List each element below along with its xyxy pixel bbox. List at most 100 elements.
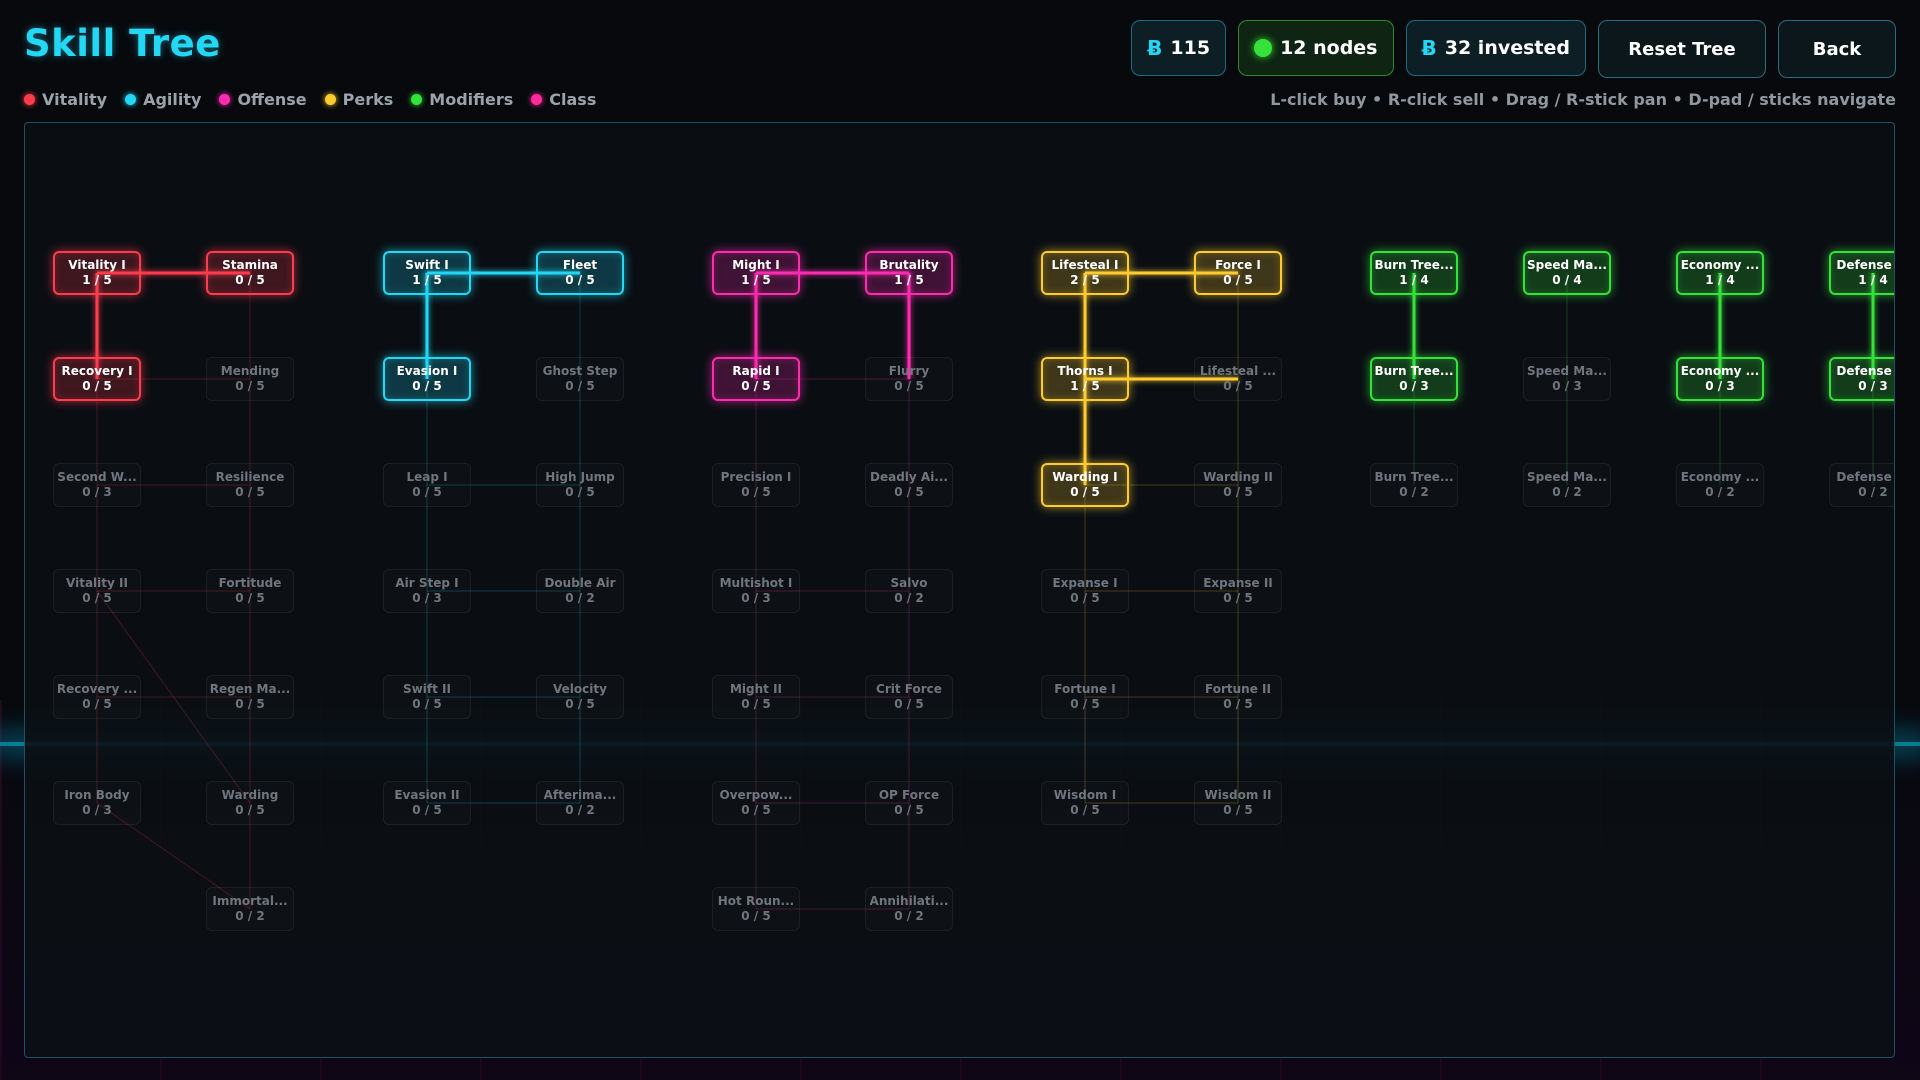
skill-node-level: 0 / 5 [412, 697, 442, 711]
skill-node-offense[interactable]: Rapid I0 / 5 [712, 357, 800, 401]
skill-node-offense[interactable]: Multishot I0 / 3 [712, 569, 800, 613]
skill-node-perks[interactable]: Expanse I0 / 5 [1041, 569, 1129, 613]
skill-node-name: Force I [1215, 258, 1261, 272]
skill-node-name: Economy ... [1680, 364, 1760, 378]
invested-amount: 32 invested [1444, 37, 1570, 59]
skill-node-perks[interactable]: Warding II 0 / 5 [1194, 463, 1282, 507]
legend-label: Offense [237, 90, 307, 109]
skill-node-name: Mending [220, 364, 280, 378]
skill-node-modifiers[interactable]: Speed Ma... 0 / 4 [1523, 251, 1611, 295]
legend-label: Perks [342, 90, 394, 109]
skill-node-name: Speed Ma... [1527, 364, 1607, 378]
skill-node-offense[interactable]: Hot Roun... 0 / 5 [712, 887, 800, 931]
skill-node-name: Hot Roun... [717, 894, 795, 908]
skill-node-name: Warding [221, 788, 279, 802]
skill-node-vitality[interactable]: Iron Body 0 / 3 [53, 781, 141, 825]
skill-node-modifiers[interactable]: Defense ...0 / 2 [1829, 463, 1894, 507]
skill-node-modifiers[interactable]: Speed Ma... 0 / 2 [1523, 463, 1611, 507]
skill-node-agility[interactable]: High Jump 0 / 5 [536, 463, 624, 507]
skill-node-vitality[interactable]: Recovery I0 / 5 [53, 357, 141, 401]
skill-node-agility[interactable]: Swift I1 / 5 [383, 251, 471, 295]
skill-node-level: 0 / 5 [235, 273, 265, 287]
legend-dot-vitality [24, 94, 35, 105]
skill-node-name: Evasion I [396, 364, 458, 378]
skill-node-modifiers[interactable]: Speed Ma... 0 / 3 [1523, 357, 1611, 401]
skill-node-name: Regen Ma... [209, 682, 291, 696]
skill-node-vitality[interactable]: Vitality I1 / 5 [53, 251, 141, 295]
skill-node-vitality[interactable]: Resilience 0 / 5 [206, 463, 294, 507]
skill-node-offense[interactable]: Might I1 / 5 [712, 251, 800, 295]
back-button[interactable]: Back [1778, 20, 1896, 78]
skill-node-perks[interactable]: Warding I0 / 5 [1041, 463, 1129, 507]
skill-node-level: 0 / 5 [1070, 803, 1100, 817]
skill-node-level: 0 / 2 [1399, 485, 1429, 499]
skill-node-name: Might I [732, 258, 780, 272]
skill-node-agility[interactable]: Evasion II 0 / 5 [383, 781, 471, 825]
skill-node-perks[interactable]: Fortune I0 / 5 [1041, 675, 1129, 719]
skill-node-level: 0 / 3 [82, 803, 112, 817]
skill-node-perks[interactable]: Fortune II 0 / 5 [1194, 675, 1282, 719]
skill-node-vitality[interactable]: Vitality II 0 / 5 [53, 569, 141, 613]
skill-node-name: Speed Ma... [1527, 258, 1607, 272]
skill-node-modifiers[interactable]: Burn Tree... 1 / 4 [1370, 251, 1458, 295]
skill-node-perks[interactable]: Thorns I1 / 5 [1041, 357, 1129, 401]
skill-node-vitality[interactable]: Recovery ... 0 / 5 [53, 675, 141, 719]
skill-node-offense[interactable]: Might II 0 / 5 [712, 675, 800, 719]
skill-node-modifiers[interactable]: Economy ... 1 / 4 [1676, 251, 1764, 295]
skill-node-level: 0 / 2 [1552, 485, 1582, 499]
skill-node-level: 0 / 5 [82, 379, 112, 393]
skill-node-offense[interactable]: Annihilati... 0 / 2 [865, 887, 953, 931]
skill-node-level: 0 / 5 [565, 273, 595, 287]
skill-node-modifiers[interactable]: Defense ...0 / 3 [1829, 357, 1894, 401]
skill-node-agility[interactable]: Fleet 0 / 5 [536, 251, 624, 295]
skill-node-offense[interactable]: Overpow... 0 / 5 [712, 781, 800, 825]
skill-node-vitality[interactable]: Mending 0 / 5 [206, 357, 294, 401]
skill-node-name: Leap I [406, 470, 448, 484]
skill-node-offense[interactable]: Crit Force 0 / 5 [865, 675, 953, 719]
skill-node-modifiers[interactable]: Economy ... 0 / 3 [1676, 357, 1764, 401]
skill-node-vitality[interactable]: Immortal... 0 / 2 [206, 887, 294, 931]
skill-node-level: 1 / 5 [894, 273, 924, 287]
skill-node-vitality[interactable]: Stamina 0 / 5 [206, 251, 294, 295]
skill-node-perks[interactable]: Wisdom I0 / 5 [1041, 781, 1129, 825]
skill-node-perks[interactable]: Force I0 / 5 [1194, 251, 1282, 295]
skill-node-level: 0 / 5 [894, 697, 924, 711]
skill-node-modifiers[interactable]: Burn Tree... 0 / 3 [1370, 357, 1458, 401]
skill-node-perks[interactable]: Wisdom II 0 / 5 [1194, 781, 1282, 825]
skill-node-agility[interactable]: Evasion I0 / 5 [383, 357, 471, 401]
skill-node-vitality[interactable]: Warding 0 / 5 [206, 781, 294, 825]
skill-node-name: Warding II [1203, 470, 1273, 484]
skill-node-offense[interactable]: Brutality 1 / 5 [865, 251, 953, 295]
skill-tree-panel[interactable]: Vitality I1 / 5 Stamina 0 / 5 Recovery I0 /… [24, 122, 1895, 1058]
skill-node-modifiers[interactable]: Defense ...1 / 4 [1829, 251, 1894, 295]
skill-node-level: 0 / 5 [741, 697, 771, 711]
skill-node-perks[interactable]: Lifesteal I2 / 5 [1041, 251, 1129, 295]
skill-node-offense[interactable]: Salvo 0 / 2 [865, 569, 953, 613]
skill-node-name: Lifesteal ... [1199, 364, 1277, 378]
skill-node-name: Economy ... [1680, 470, 1760, 484]
skill-node-offense[interactable]: Flurry 0 / 5 [865, 357, 953, 401]
skill-node-modifiers[interactable]: Burn Tree... 0 / 2 [1370, 463, 1458, 507]
skill-node-level: 0 / 3 [1858, 379, 1888, 393]
skill-node-offense[interactable]: OP Force 0 / 5 [865, 781, 953, 825]
reset-tree-button[interactable]: Reset Tree [1598, 20, 1766, 78]
skill-node-agility[interactable]: Leap I0 / 5 [383, 463, 471, 507]
skill-node-perks[interactable]: Expanse II 0 / 5 [1194, 569, 1282, 613]
skill-node-agility[interactable]: Air Step I0 / 3 [383, 569, 471, 613]
skill-node-vitality[interactable]: Regen Ma... 0 / 5 [206, 675, 294, 719]
currency-icon: Ƀ [1421, 36, 1437, 60]
skill-node-name: Overpow... [719, 788, 793, 802]
skill-node-offense[interactable]: Precision I0 / 5 [712, 463, 800, 507]
skill-node-agility[interactable]: Afterima... 0 / 2 [536, 781, 624, 825]
skill-node-name: Defense ... [1836, 364, 1894, 378]
skill-node-agility[interactable]: Double Air 0 / 2 [536, 569, 624, 613]
skill-node-agility[interactable]: Velocity 0 / 5 [536, 675, 624, 719]
skill-node-offense[interactable]: Deadly Ai... 0 / 5 [865, 463, 953, 507]
skill-node-vitality[interactable]: Fortitude 0 / 5 [206, 569, 294, 613]
skill-node-modifiers[interactable]: Economy ... 0 / 2 [1676, 463, 1764, 507]
skill-node-perks[interactable]: Lifesteal ... 0 / 5 [1194, 357, 1282, 401]
skill-node-agility[interactable]: Swift II 0 / 5 [383, 675, 471, 719]
skill-node-agility[interactable]: Ghost Step 0 / 5 [536, 357, 624, 401]
skill-node-vitality[interactable]: Second W... 0 / 3 [53, 463, 141, 507]
skill-node-level: 1 / 4 [1399, 273, 1429, 287]
